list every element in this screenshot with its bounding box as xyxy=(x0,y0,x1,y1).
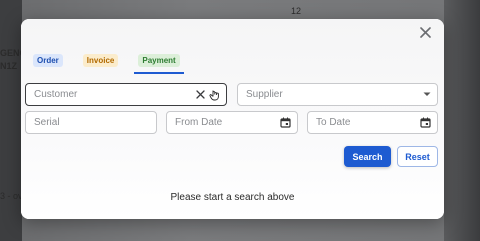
tab-invoice-label: Invoice xyxy=(82,53,119,67)
to-date-field[interactable] xyxy=(307,111,438,134)
reset-button[interactable]: Reset xyxy=(397,146,438,167)
supplier-input[interactable] xyxy=(246,89,429,100)
calendar-icon[interactable] xyxy=(420,117,431,128)
background-text: 3 - ov xyxy=(0,191,23,201)
search-button[interactable]: Search xyxy=(344,146,391,167)
tab-payment[interactable]: Payment xyxy=(132,47,185,74)
calendar-icon[interactable] xyxy=(280,117,291,128)
close-icon xyxy=(419,26,431,38)
serial-input[interactable] xyxy=(34,117,148,128)
background-left-panel xyxy=(0,0,22,241)
background-right-panel xyxy=(444,0,480,241)
clear-icon[interactable] xyxy=(196,90,205,99)
customer-input[interactable] xyxy=(34,89,218,100)
background-text: 12 xyxy=(291,6,302,16)
supplier-select[interactable] xyxy=(237,83,438,106)
hand-cursor-icon xyxy=(209,90,219,100)
search-dialog: Order Invoice Payment Customer Supplier … xyxy=(21,19,444,219)
serial-field[interactable] xyxy=(25,111,157,134)
tab-order-label: Order xyxy=(33,53,63,67)
empty-state-message: Please start a search above xyxy=(170,192,295,203)
to-date-input[interactable] xyxy=(316,117,429,128)
tab-invoice[interactable]: Invoice xyxy=(77,47,125,73)
document-type-tabs: Order Invoice Payment xyxy=(27,47,186,74)
from-date-field[interactable] xyxy=(166,111,298,134)
close-button[interactable] xyxy=(418,25,432,39)
customer-field[interactable] xyxy=(25,83,227,106)
dropdown-arrow-icon xyxy=(423,92,431,96)
from-date-input[interactable] xyxy=(175,117,289,128)
tab-order[interactable]: Order xyxy=(27,47,69,73)
background-text: N1Z xyxy=(0,61,18,71)
tab-payment-label: Payment xyxy=(138,53,180,67)
